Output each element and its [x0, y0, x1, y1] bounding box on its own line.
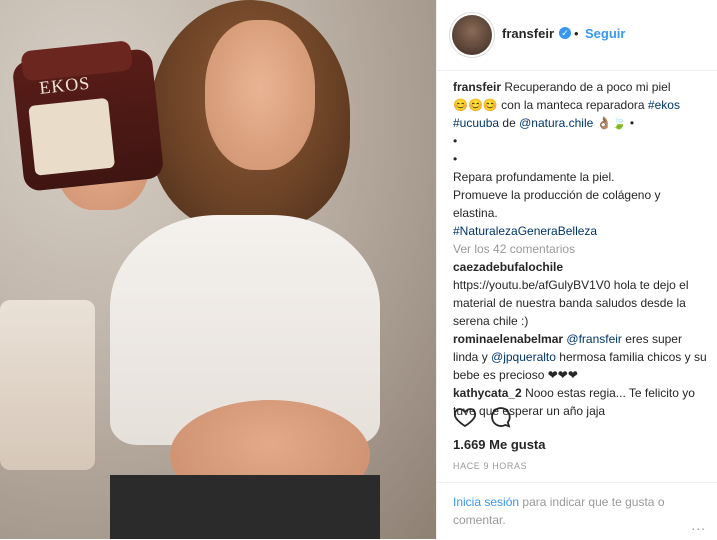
photo-pants [110, 475, 380, 539]
post-side-panel: fransfeir ✓ • Seguir fransfeir Recuperan… [436, 0, 717, 539]
comment-text: https://youtu.be/afGulyBV1V0 hola te dej… [453, 278, 689, 328]
mention-natura[interactable]: @natura.chile [519, 116, 593, 130]
likes-count[interactable]: 1.669 Me gusta [453, 437, 546, 452]
more-options-icon[interactable]: ... [691, 517, 706, 533]
post-username[interactable]: fransfeir [502, 26, 554, 41]
caption-emoji: 👌🏽🍃 • [596, 116, 635, 130]
caption-bullet-2: • [453, 152, 458, 166]
comment-mention-2[interactable]: @jpqueralto [491, 350, 556, 364]
comment-icon[interactable] [489, 405, 513, 429]
login-prompt: Inicia sesión para indicar que te gusta … [453, 493, 683, 529]
caption-bullet-1: • [453, 134, 458, 148]
login-footer: Inicia sesión para indicar que te gusta … [437, 482, 717, 540]
product-jar: EKOS [11, 40, 165, 192]
heart-icon[interactable] [453, 405, 477, 429]
comment-username[interactable]: kathycata_2 [453, 386, 522, 400]
caption-line-1: Recuperando de a poco mi piel [504, 80, 671, 94]
comment: rominaelenabelmar @fransfeir eres super … [453, 330, 707, 384]
separator-dot: • [574, 26, 579, 41]
jar-label [28, 97, 116, 176]
caption-word-de: de [502, 116, 516, 130]
photo-face [205, 20, 315, 170]
comment-mention-1[interactable]: @fransfeir [566, 332, 622, 346]
comment-username[interactable]: caezadebufalochile [453, 260, 563, 274]
photo-pillow [0, 300, 95, 470]
follow-button[interactable]: Seguir [585, 26, 625, 41]
instagram-post: EKOS fransfeir ✓ • Seguir fransfeir Recu… [0, 0, 717, 539]
comment: caezadebufalochile https://youtu.be/afGu… [453, 258, 707, 330]
view-all-comments-link[interactable]: Ver los 42 comentarios [453, 240, 707, 258]
login-link[interactable]: Inicia sesión [453, 495, 519, 509]
post-photo[interactable]: EKOS [0, 0, 436, 539]
hashtag-naturaleza[interactable]: #NaturalezaGeneraBelleza [453, 224, 597, 238]
avatar[interactable] [452, 15, 492, 55]
post-timestamp: HACE 9 HORAS [453, 461, 528, 471]
jar-brand: EKOS [38, 72, 92, 98]
hashtag-ekos[interactable]: #ekos [648, 98, 680, 112]
caption-line-promueve: Promueve la producción de colágeno y ela… [453, 188, 661, 220]
caption-username[interactable]: fransfeir [453, 80, 501, 94]
caption-line-2: 😊😊😊 con la manteca reparadora [453, 98, 645, 112]
comment-username[interactable]: rominaelenabelmar [453, 332, 563, 346]
verified-badge-icon: ✓ [559, 27, 571, 39]
caption-line-repara: Repara profundamente la piel. [453, 170, 615, 184]
comments-section: fransfeir Recuperando de a poco mi piel … [453, 78, 707, 420]
post-actions [453, 405, 703, 435]
post-header: fransfeir ✓ • Seguir [437, 0, 717, 71]
caption: fransfeir Recuperando de a poco mi piel … [453, 78, 707, 240]
hashtag-ucuuba[interactable]: #ucuuba [453, 116, 499, 130]
